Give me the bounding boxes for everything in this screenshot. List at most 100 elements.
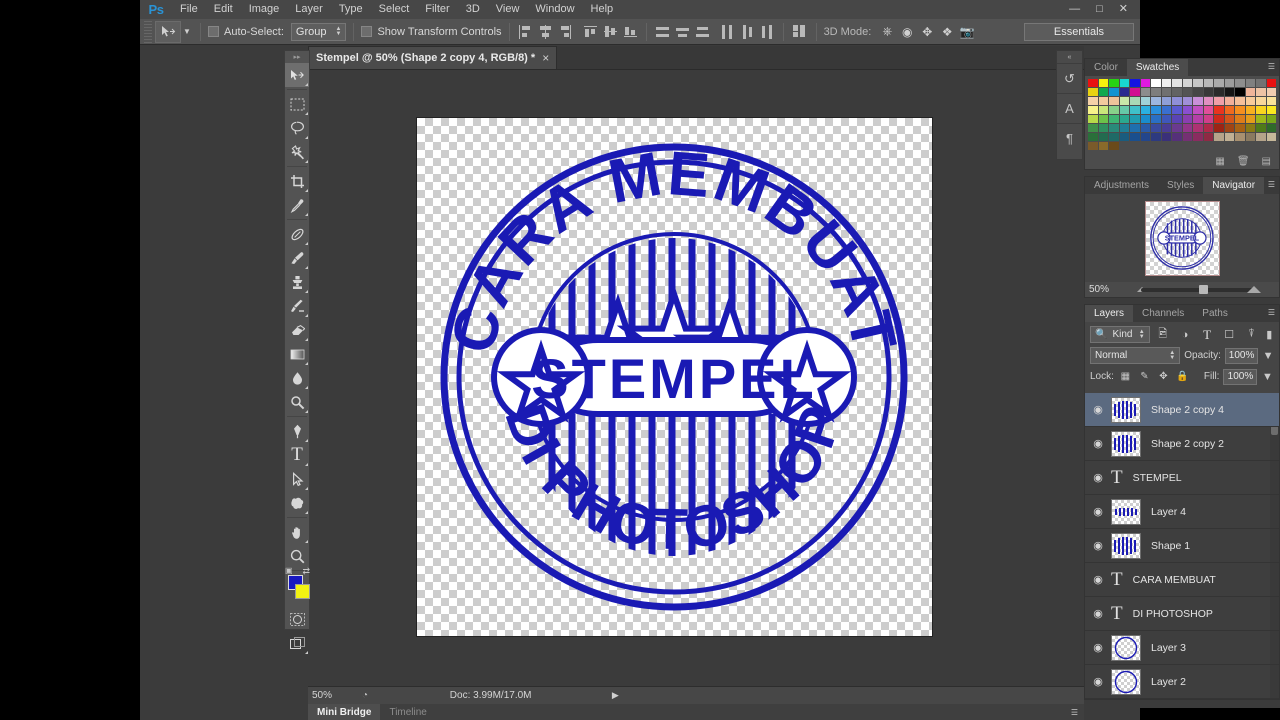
layer-visibility-toggle[interactable]: ◉ xyxy=(1085,641,1111,654)
layer-row-shape-1[interactable]: ◉ Shape 1 xyxy=(1085,529,1279,563)
swatch-3-8[interactable] xyxy=(1172,106,1182,114)
swatch-0-4[interactable] xyxy=(1130,79,1140,87)
panel-menu-icon[interactable]: ☰ xyxy=(1268,308,1275,317)
filter-adjustment-icon[interactable]: ◑ xyxy=(1176,326,1194,343)
swatch-6-8[interactable] xyxy=(1172,133,1182,141)
swatch-1-2[interactable] xyxy=(1109,88,1119,96)
swatch-6-12[interactable] xyxy=(1214,133,1224,141)
distribute-right-edges-icon[interactable] xyxy=(759,23,776,41)
swatch-4-8[interactable] xyxy=(1172,115,1182,123)
swatch-3-16[interactable] xyxy=(1256,106,1266,114)
swatch-0-7[interactable] xyxy=(1161,79,1171,87)
filter-toggle-icon[interactable]: ▮ xyxy=(1264,326,1274,343)
align-horizontal-centers-icon[interactable] xyxy=(537,23,554,41)
layer-visibility-toggle[interactable]: ◉ xyxy=(1085,471,1111,484)
swatch-4-14[interactable] xyxy=(1235,115,1245,123)
swatch-0-1[interactable] xyxy=(1098,79,1108,87)
menu-view[interactable]: View xyxy=(488,0,528,19)
swatch-6-1[interactable] xyxy=(1098,133,1108,141)
swatch-0-6[interactable] xyxy=(1151,79,1161,87)
layer-visibility-toggle[interactable]: ◉ xyxy=(1085,607,1111,620)
swatch-5-11[interactable] xyxy=(1203,124,1213,132)
swatch-6-16[interactable] xyxy=(1256,133,1266,141)
swatch-5-2[interactable] xyxy=(1109,124,1119,132)
zoom-slider-track[interactable] xyxy=(1141,287,1253,292)
background-color-swatch[interactable] xyxy=(295,584,310,599)
swatch-2-9[interactable] xyxy=(1182,97,1192,105)
swatches-grid[interactable] xyxy=(1088,79,1276,150)
swap-colors-icon[interactable]: ⇄ xyxy=(302,566,310,577)
tab-layers[interactable]: Layers xyxy=(1085,305,1134,322)
swatch-3-6[interactable] xyxy=(1151,106,1161,114)
layer-visibility-toggle[interactable]: ◉ xyxy=(1085,573,1111,586)
swatch-6-14[interactable] xyxy=(1235,133,1245,141)
proxy-preview-icon[interactable]: ◔ xyxy=(354,690,376,701)
distribute-left-edges-icon[interactable] xyxy=(719,23,736,41)
swatch-7-2[interactable] xyxy=(1109,142,1119,150)
eyedropper-tool[interactable] xyxy=(285,193,309,217)
swatch-5-4[interactable] xyxy=(1130,124,1140,132)
swatch-3-12[interactable] xyxy=(1214,106,1224,114)
swatch-0-11[interactable] xyxy=(1203,79,1213,87)
blur-tool[interactable] xyxy=(285,366,309,390)
tab-swatches[interactable]: Swatches xyxy=(1126,59,1189,76)
swatch-6-2[interactable] xyxy=(1109,133,1119,141)
swatch-2-0[interactable] xyxy=(1088,97,1098,105)
swatch-0-17[interactable] xyxy=(1266,79,1276,87)
swatch-5-14[interactable] xyxy=(1235,124,1245,132)
layer-thumbnail[interactable] xyxy=(1111,532,1141,559)
swatch-2-4[interactable] xyxy=(1130,97,1140,105)
tool-preset-chevron-icon[interactable]: ▼ xyxy=(181,27,193,36)
swatch-6-13[interactable] xyxy=(1224,133,1234,141)
swatch-4-12[interactable] xyxy=(1214,115,1224,123)
swatch-4-4[interactable] xyxy=(1130,115,1140,123)
distribute-horizontal-centers-icon[interactable] xyxy=(739,23,756,41)
window-minimize-button[interactable]: — xyxy=(1061,0,1088,19)
swatch-5-6[interactable] xyxy=(1151,124,1161,132)
swatch-1-5[interactable] xyxy=(1140,88,1150,96)
swatches-grid-container[interactable] xyxy=(1085,76,1279,153)
swatch-3-9[interactable] xyxy=(1182,106,1192,114)
align-left-edges-icon[interactable] xyxy=(517,23,534,41)
swatch-2-16[interactable] xyxy=(1256,97,1266,105)
layer-visibility-toggle[interactable]: ◉ xyxy=(1085,675,1111,688)
dodge-tool[interactable] xyxy=(285,390,309,414)
swatch-3-14[interactable] xyxy=(1235,106,1245,114)
trash-icon[interactable]: 🗑 xyxy=(1237,156,1250,167)
swatch-1-16[interactable] xyxy=(1256,88,1266,96)
layer-visibility-toggle[interactable]: ◉ xyxy=(1085,403,1111,416)
fill-chevron-down-icon[interactable]: ▼ xyxy=(1261,368,1273,385)
crop-tool[interactable] xyxy=(285,169,309,193)
layer-row-layer-3[interactable]: ◉ Layer 3 xyxy=(1085,631,1279,665)
swatch-6-9[interactable] xyxy=(1182,133,1192,141)
layer-row-shape-2-copy-2[interactable]: ◉ Shape 2 copy 2 xyxy=(1085,427,1279,461)
swatch-5-10[interactable] xyxy=(1193,124,1203,132)
filter-type-icon[interactable]: T xyxy=(1198,326,1216,343)
menu-filter[interactable]: Filter xyxy=(417,0,457,19)
character-panel-icon[interactable]: A xyxy=(1057,93,1082,123)
swatch-1-4[interactable] xyxy=(1130,88,1140,96)
swatch-5-17[interactable] xyxy=(1266,124,1276,132)
swatch-6-17[interactable] xyxy=(1266,133,1276,141)
swatch-1-1[interactable] xyxy=(1098,88,1108,96)
lasso-tool[interactable] xyxy=(285,116,309,140)
swatch-2-10[interactable] xyxy=(1193,97,1203,105)
status-menu-arrow-icon[interactable]: ▶ xyxy=(605,690,625,701)
swatch-5-0[interactable] xyxy=(1088,124,1098,132)
workspace-switcher[interactable]: Essentials xyxy=(1024,23,1134,41)
swatch-5-1[interactable] xyxy=(1098,124,1108,132)
zoom-slider-knob[interactable] xyxy=(1199,285,1209,294)
menu-3d[interactable]: 3D xyxy=(458,0,488,19)
brush-tool[interactable] xyxy=(285,246,309,270)
menu-select[interactable]: Select xyxy=(371,0,418,19)
swatch-1-3[interactable] xyxy=(1119,88,1129,96)
panel-menu-icon[interactable]: ☰ xyxy=(1268,62,1275,71)
path-selection-tool[interactable] xyxy=(285,467,309,491)
swatch-7-1[interactable] xyxy=(1098,142,1108,150)
slide-3d-icon[interactable]: ❖ xyxy=(937,23,957,41)
swatch-3-2[interactable] xyxy=(1109,106,1119,114)
tab-adjustments[interactable]: Adjustments xyxy=(1085,177,1158,194)
swatch-1-11[interactable] xyxy=(1203,88,1213,96)
swatch-1-6[interactable] xyxy=(1151,88,1161,96)
layer-thumbnail[interactable] xyxy=(1111,634,1141,661)
